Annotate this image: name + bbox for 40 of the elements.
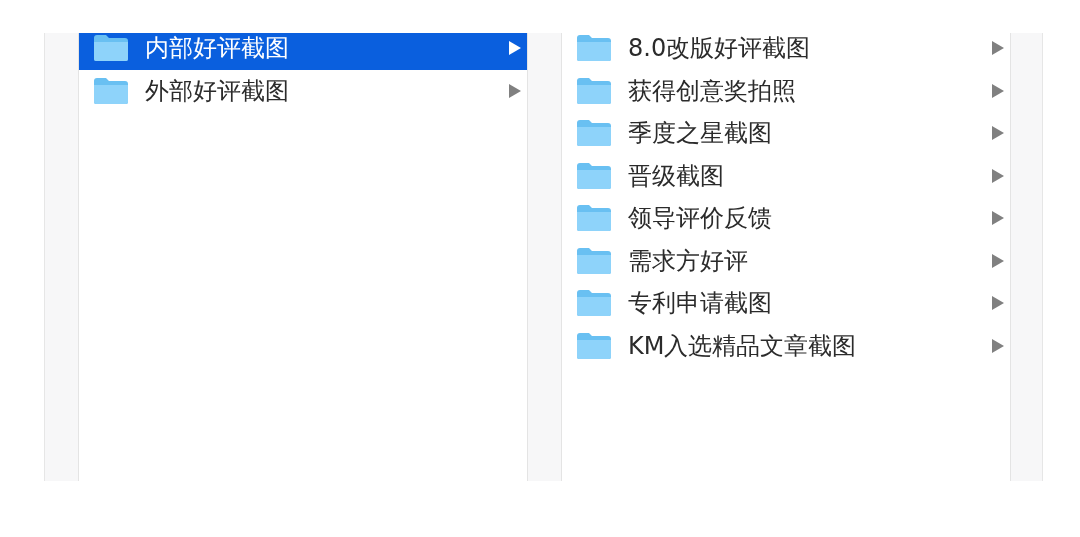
folder-name: 内部好评截图 [145, 33, 290, 65]
folder-name: 专利申请截图 [628, 288, 773, 320]
folder-icon [93, 76, 129, 105]
folder-row[interactable]: KM入选精品文章截图 [562, 324, 1010, 367]
folder-row[interactable]: 领导评价反馈 [562, 197, 1010, 240]
folder-icon [576, 119, 612, 148]
folder-name: 8.0改版好评截图 [628, 33, 812, 65]
folder-row[interactable]: 内部好评截图 [79, 33, 527, 70]
disclosure-icon [509, 41, 521, 56]
folder-icon [576, 331, 612, 360]
disclosure-icon [992, 41, 1004, 56]
disclosure-icon [992, 253, 1004, 268]
folder-name: 需求方好评 [628, 245, 749, 277]
folder-row[interactable]: 季度之星截图 [562, 112, 1010, 155]
folder-name: 获得创意奖拍照 [628, 75, 797, 107]
folder-icon [576, 161, 612, 190]
folder-row[interactable]: 8.0改版好评截图 [562, 33, 1010, 70]
disclosure-icon [992, 83, 1004, 98]
disclosure-icon [992, 168, 1004, 183]
folder-row[interactable]: 外部好评截图 [79, 69, 527, 112]
folder-icon [576, 76, 612, 105]
folder-icon [93, 34, 129, 63]
disclosure-icon [509, 83, 521, 98]
folder-row[interactable]: 晋级截图 [562, 154, 1010, 197]
folder-icon [576, 289, 612, 318]
folder-row[interactable]: 专利申请截图 [562, 282, 1010, 325]
folder-icon [576, 246, 612, 275]
folder-name: 外部好评截图 [145, 75, 290, 107]
folder-row[interactable]: 获得创意奖拍照 [562, 69, 1010, 112]
folder-icon [576, 204, 612, 233]
folder-name: 季度之星截图 [628, 118, 773, 150]
disclosure-icon [992, 211, 1004, 226]
folder-row[interactable]: 需求方好评 [562, 239, 1010, 282]
disclosure-icon [992, 338, 1004, 353]
folder-icon [576, 34, 612, 63]
folder-name: KM入选精品文章截图 [628, 330, 858, 362]
folder-name: 晋级截图 [628, 160, 725, 192]
folder-name: 领导评价反馈 [628, 203, 773, 235]
disclosure-icon [992, 296, 1004, 311]
disclosure-icon [992, 126, 1004, 141]
